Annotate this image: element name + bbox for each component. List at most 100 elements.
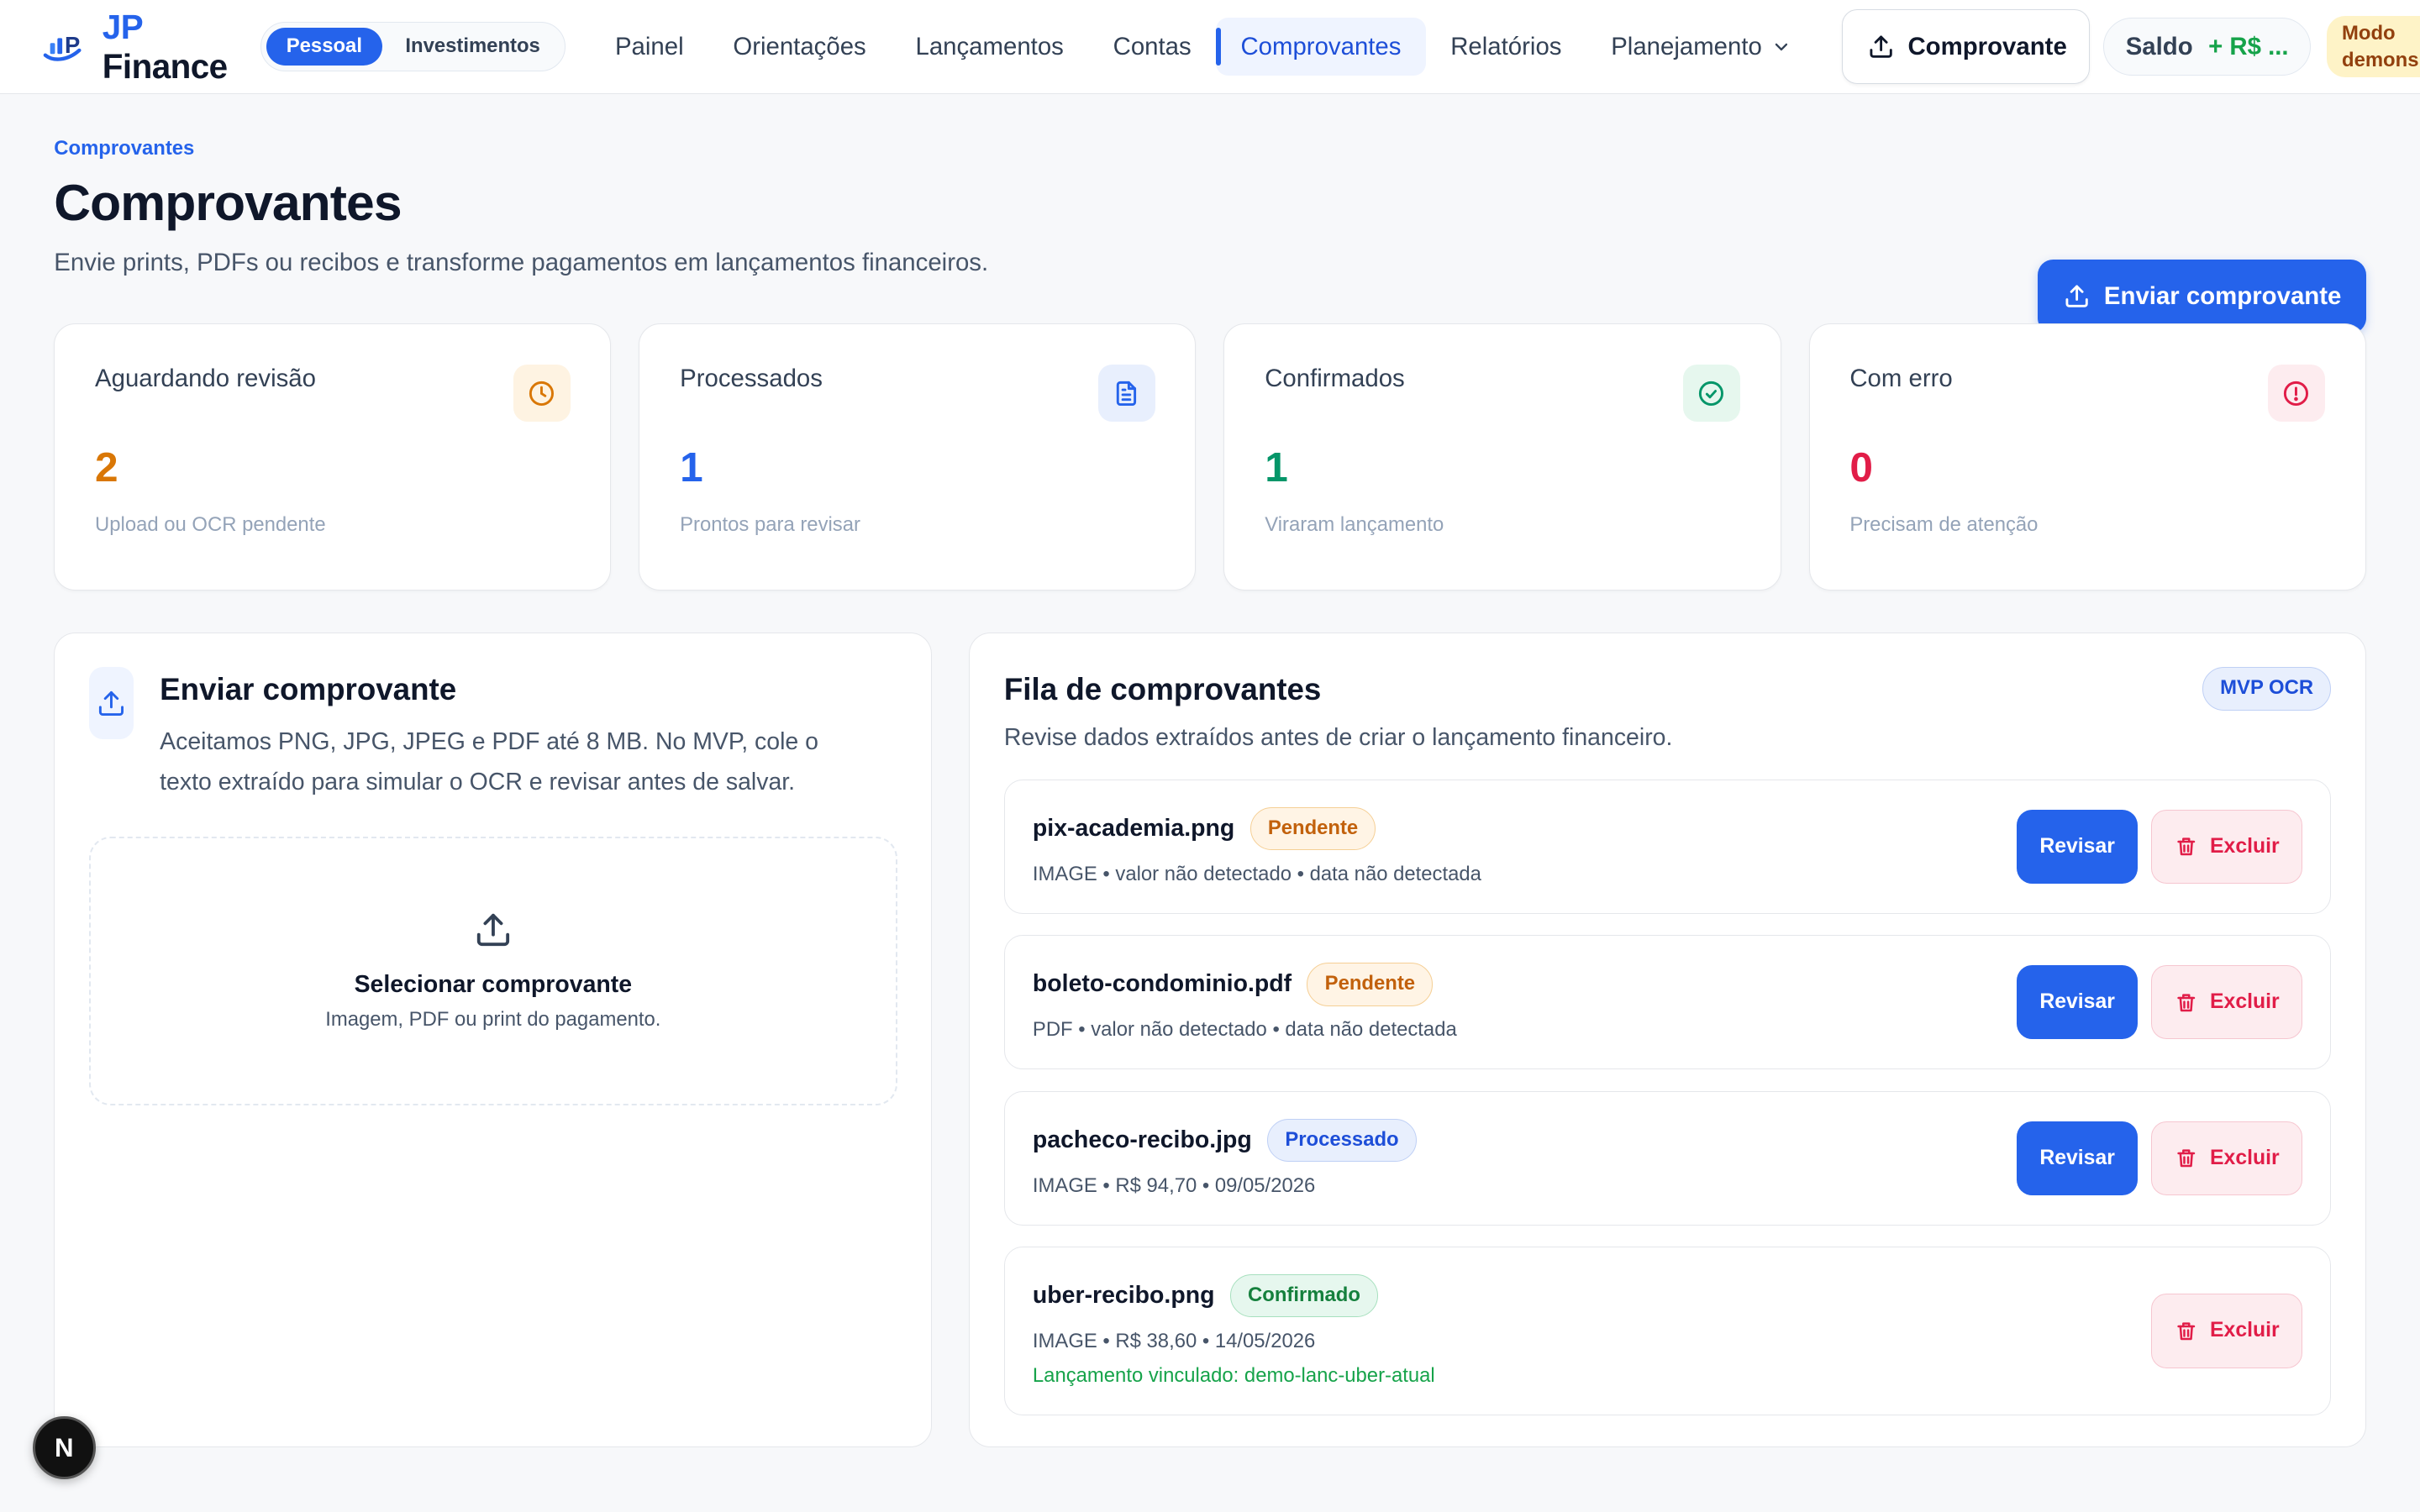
- stat-label: Com erro: [1849, 365, 1953, 393]
- logo-icon: P: [44, 32, 82, 61]
- clock-icon: [513, 365, 571, 423]
- nav-planejamento[interactable]: Planejamento: [1586, 18, 1816, 76]
- trash-icon: [2177, 993, 2195, 1011]
- main-nav: Painel Orientações Lançamentos Contas Co…: [591, 17, 1817, 76]
- upload-panel-description: Aceitamos PNG, JPG, JPEG e PDF até 8 MB.…: [160, 728, 818, 795]
- stat-card-confirmed: Confirmados 1 Viraram lançamento: [1223, 323, 1781, 591]
- receipt-list: pix-academia.png Pendente IMAGE • valor …: [1003, 779, 2332, 1415]
- saldo-value: + R$ ...: [2208, 32, 2289, 60]
- panels-row: Enviar comprovante Aceitamos PNG, JPG, J…: [54, 632, 2366, 1447]
- nav-painel[interactable]: Painel: [591, 18, 708, 76]
- receipt-meta: IMAGE • R$ 38,60 • 14/05/2026: [1032, 1330, 1316, 1353]
- receipt-meta: PDF • valor não detectado • data não det…: [1032, 1018, 1457, 1042]
- upload-panel: Enviar comprovante Aceitamos PNG, JPG, J…: [54, 632, 933, 1447]
- check-circle-icon: [1682, 365, 1740, 423]
- upload-icon: [2065, 285, 2088, 307]
- review-button[interactable]: Revisar: [2017, 809, 2138, 884]
- svg-text:P: P: [65, 32, 80, 58]
- receipt-meta: IMAGE • valor não detectado • data não d…: [1032, 862, 1481, 885]
- mode-investments-button[interactable]: Investimentos: [386, 28, 560, 65]
- status-badge: Pendente: [1249, 806, 1376, 851]
- queue-subtitle: Revise dados extraídos antes de criar o …: [1003, 723, 1673, 751]
- nav-comprovantes[interactable]: Comprovantes: [1216, 17, 1426, 76]
- delete-label: Excluir: [2210, 1146, 2280, 1169]
- top-navbar: P JP Finance Pessoal Investimentos Paine…: [0, 0, 2420, 95]
- stat-card-processed: Processados 1 Prontos para revisar: [639, 323, 1197, 591]
- stat-label: Processados: [680, 365, 823, 393]
- upload-icon: [476, 913, 509, 946]
- file-dropzone[interactable]: Selecionar comprovante Imagem, PDF ou pr…: [88, 836, 897, 1105]
- stat-label: Aguardando revisão: [95, 365, 316, 393]
- nav-orientacoes[interactable]: Orientações: [708, 18, 891, 76]
- dropzone-title: Selecionar comprovante: [354, 970, 633, 998]
- trash-icon: [2177, 1149, 2195, 1168]
- nav-relatorios[interactable]: Relatórios: [1426, 18, 1586, 76]
- delete-label: Excluir: [2210, 990, 2280, 1014]
- stat-description: Upload ou OCR pendente: [95, 512, 326, 536]
- receipt-queue-panel: Fila de comprovantes Revise dados extraí…: [969, 632, 2366, 1447]
- receipt-filename: uber-recibo.png: [1032, 1282, 1215, 1310]
- page-subtitle: Envie prints, PDFs ou recibos e transfor…: [54, 249, 989, 277]
- delete-button[interactable]: Excluir: [2151, 1294, 2303, 1368]
- main-content: Comprovantes Comprovantes Envie prints, …: [0, 137, 2420, 1447]
- mvp-ocr-badge: MVP OCR: [2202, 667, 2332, 711]
- status-badge: Pendente: [1307, 963, 1434, 1006]
- receipt-meta: IMAGE • R$ 94,70 • 09/05/2026: [1032, 1173, 1316, 1197]
- trash-icon: [2177, 837, 2195, 856]
- stat-card-awaiting: Aguardando revisão 2 Upload ou OCR pende…: [54, 323, 612, 591]
- receipt-item: pix-academia.png Pendente IMAGE • valor …: [1003, 779, 2332, 914]
- saldo-label: Saldo: [2125, 32, 2193, 60]
- breadcrumb[interactable]: Comprovantes: [54, 137, 2365, 160]
- delete-button[interactable]: Excluir: [2151, 1121, 2303, 1195]
- delete-label: Excluir: [2210, 834, 2280, 858]
- delete-button[interactable]: Excluir: [2151, 965, 2303, 1040]
- stats-row: Aguardando revisão 2 Upload ou OCR pende…: [54, 323, 2366, 591]
- logo[interactable]: P JP Finance: [43, 8, 239, 87]
- upload-icon: [88, 667, 134, 740]
- nav-lancamentos[interactable]: Lançamentos: [891, 18, 1088, 76]
- demo-mode-badge: Modo demons: [2326, 15, 2420, 78]
- nav-planejamento-label: Planejamento: [1611, 32, 1762, 60]
- upload-panel-header: Enviar comprovante Aceitamos PNG, JPG, J…: [88, 667, 897, 802]
- receipt-item: boleto-condominio.pdf Pendente PDF • val…: [1003, 935, 2332, 1070]
- mode-toggle: Pessoal Investimentos: [260, 22, 566, 71]
- delete-button[interactable]: Excluir: [2151, 809, 2303, 884]
- receipt-item: uber-recibo.png Confirmado IMAGE • R$ 38…: [1003, 1247, 2332, 1415]
- send-receipt-label: Enviar comprovante: [2103, 281, 2342, 310]
- receipt-item: pacheco-recibo.jpg Processado IMAGE • R$…: [1003, 1090, 2332, 1226]
- receipt-filename: boleto-condominio.pdf: [1032, 970, 1292, 998]
- status-badge: Processado: [1267, 1118, 1417, 1163]
- mode-personal-button[interactable]: Pessoal: [266, 28, 382, 66]
- receipt-filename: pix-academia.png: [1032, 814, 1235, 842]
- receipt-filename: pacheco-recibo.jpg: [1032, 1126, 1252, 1153]
- saldo-pill[interactable]: Saldo + R$ ...: [2103, 17, 2312, 76]
- review-button[interactable]: Revisar: [2017, 965, 2138, 1040]
- send-receipt-button[interactable]: Enviar comprovante: [2037, 259, 2366, 333]
- upload-icon: [1870, 35, 1892, 58]
- brand-name: JP Finance: [102, 7, 228, 86]
- stat-value: 0: [1849, 443, 1873, 491]
- stat-description: Prontos para revisar: [680, 512, 860, 536]
- nav-contas[interactable]: Contas: [1088, 18, 1216, 76]
- upload-comprovante-button[interactable]: Comprovante: [1842, 9, 2090, 84]
- trash-icon: [2177, 1322, 2195, 1340]
- stat-card-error: Com erro 0 Precisam de atenção: [1808, 323, 2366, 591]
- alert-circle-icon: [2267, 365, 2325, 423]
- delete-label: Excluir: [2210, 1319, 2280, 1342]
- linked-entry-link[interactable]: Lançamento vinculado: demo-lanc-uber-atu…: [1033, 1364, 1435, 1388]
- status-badge: Confirmado: [1229, 1274, 1379, 1318]
- dev-tools-button[interactable]: N: [32, 1416, 96, 1480]
- stat-description: Viraram lançamento: [1265, 512, 1444, 536]
- stat-value: 1: [1265, 443, 1288, 491]
- stat-label: Confirmados: [1265, 365, 1405, 393]
- stat-value: 2: [95, 443, 118, 491]
- stat-value: 1: [680, 443, 703, 491]
- page-title: Comprovantes: [54, 174, 402, 232]
- document-icon: [1097, 365, 1155, 423]
- upload-panel-title: Enviar comprovante: [160, 671, 457, 706]
- queue-title: Fila de comprovantes: [1003, 671, 1322, 706]
- review-button[interactable]: Revisar: [2017, 1121, 2138, 1195]
- upload-comprovante-label: Comprovante: [1907, 32, 2067, 60]
- stat-description: Precisam de atenção: [1849, 512, 2039, 536]
- dropzone-subtitle: Imagem, PDF ou print do pagamento.: [325, 1007, 661, 1031]
